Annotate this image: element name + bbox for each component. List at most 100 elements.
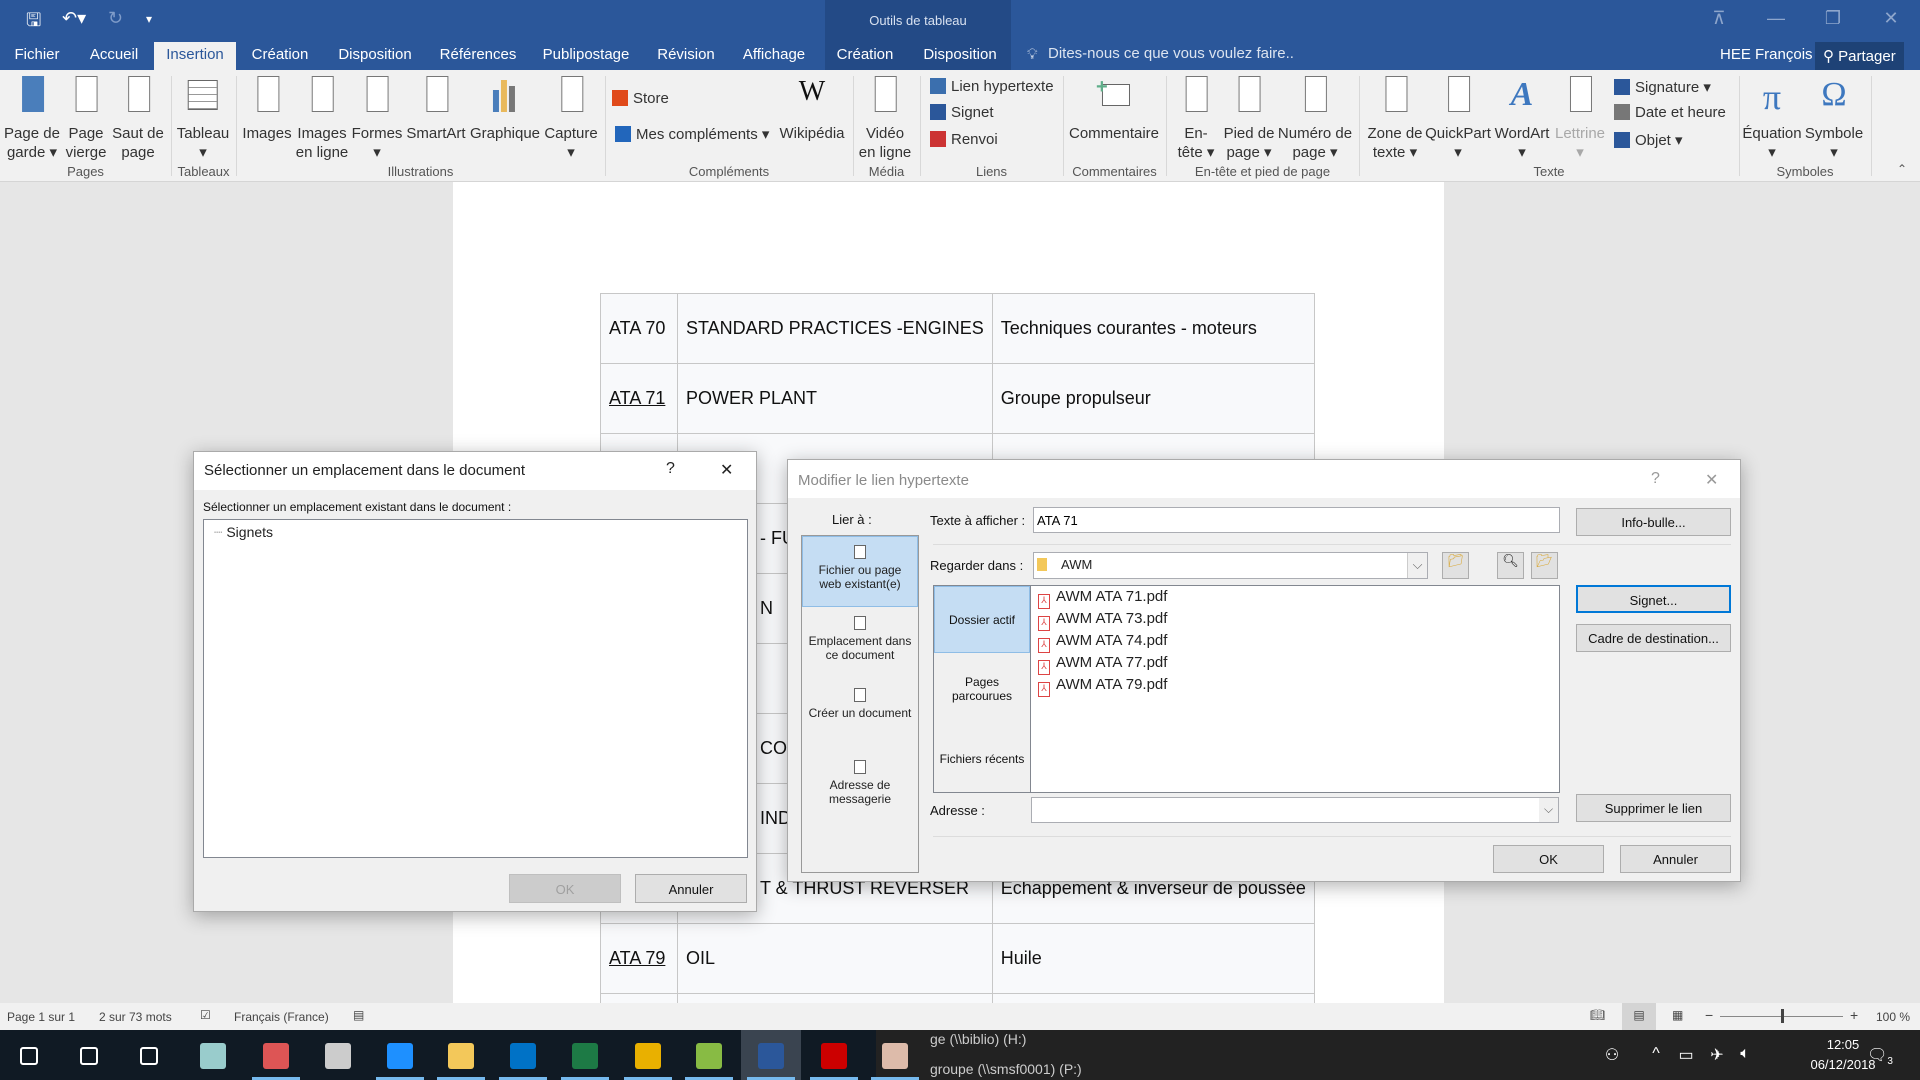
smartart-button[interactable]: SmartArt	[406, 76, 466, 143]
chart-button[interactable]: Graphique	[470, 76, 540, 143]
page-number-button[interactable]: Numéro de page ▾	[1278, 76, 1352, 162]
tab-1[interactable]: Accueil	[90, 46, 138, 63]
date-time-button[interactable]: Date et heure	[1614, 104, 1726, 121]
look-in-combo[interactable]: AWM ⌵	[1033, 552, 1428, 579]
cell-text[interactable]: ATA 71	[609, 388, 665, 408]
volume-icon[interactable]: 🔈︎	[1740, 1045, 1750, 1063]
link-type-2[interactable]: Créer un document	[802, 680, 918, 751]
browse-file-button[interactable]: 📂︎	[1531, 552, 1558, 579]
app-3-icon[interactable]	[325, 1043, 351, 1069]
tab-4[interactable]: Disposition	[338, 46, 411, 63]
quickpart-button[interactable]: QuickPart ▾	[1425, 76, 1491, 162]
link-type-1[interactable]: Emplacement dans ce document	[802, 608, 918, 679]
tab-3[interactable]: Création	[252, 46, 309, 63]
store-button[interactable]: Store	[612, 90, 669, 107]
close-icon[interactable]: ✕	[720, 460, 733, 480]
english-title[interactable]: STANDARD PRACTICES -ENGINES	[677, 293, 993, 364]
chrome-icon[interactable]	[635, 1043, 661, 1069]
language[interactable]: Français (France)	[234, 1010, 329, 1024]
ata-code[interactable]: ATA 71	[600, 363, 678, 434]
user-name[interactable]: HEE François	[1720, 46, 1813, 63]
redo-icon[interactable]: ↻	[108, 8, 123, 29]
nav-1[interactable]: Pages parcourues	[934, 654, 1030, 724]
screentip-button[interactable]: Info-bulle...	[1576, 508, 1731, 536]
proofing-icon[interactable]: ☑	[200, 1008, 211, 1022]
collapse-ribbon-icon[interactable]: ⌃	[1897, 162, 1907, 176]
cancel-button[interactable]: Annuler	[1620, 845, 1731, 873]
tab-9[interactable]: Création	[837, 46, 894, 63]
pictures-button[interactable]: Images	[242, 76, 292, 143]
macro-icon[interactable]: ▤	[353, 1008, 364, 1022]
people-icon[interactable]: ⚇	[1605, 1045, 1619, 1065]
word-count[interactable]: 2 sur 73 mots	[99, 1010, 172, 1024]
text-box-button[interactable]: Zone de texte ▾	[1367, 76, 1423, 162]
start-icon[interactable]	[20, 1047, 38, 1065]
outlook-icon[interactable]	[510, 1043, 536, 1069]
comment-button[interactable]: + Commentaire	[1069, 76, 1159, 143]
close-icon[interactable]: ✕	[1883, 8, 1898, 29]
save-icon[interactable]: 🖫	[26, 8, 41, 38]
excel-icon[interactable]	[572, 1043, 598, 1069]
internet-explorer-icon[interactable]	[387, 1043, 413, 1069]
target-frame-button[interactable]: Cadre de destination...	[1576, 624, 1731, 652]
cell-text[interactable]: ATA 79	[609, 948, 665, 968]
screenshot-button[interactable]: Capture ▾	[544, 76, 598, 162]
hyperlink-button[interactable]: Lien hypertexte	[930, 78, 1054, 95]
task-view-icon[interactable]	[140, 1047, 158, 1065]
tell-me-search[interactable]: Dites-nous ce que vous voulez faire..	[1048, 45, 1294, 62]
my-addins-button[interactable]: Mes compléments ▾	[615, 125, 769, 143]
blank-page-button[interactable]: Page vierge	[66, 76, 106, 162]
table-button[interactable]: Tableau ▾	[177, 76, 229, 162]
text-to-display-input[interactable]	[1033, 507, 1560, 533]
online-pictures-button[interactable]: Images en ligne	[296, 76, 348, 162]
footer-button[interactable]: Pied de page ▾	[1224, 76, 1274, 162]
undo-icon[interactable]: ↶▾	[62, 8, 86, 29]
link-type-3[interactable]: Adresse de messagerie	[802, 752, 918, 823]
zoom-in-button[interactable]: +	[1850, 1007, 1858, 1023]
print-layout-icon[interactable]: ▤	[1622, 1003, 1656, 1030]
english-title[interactable]: POWER PLANT	[677, 363, 993, 434]
clock[interactable]: 12:05 06/12/2018	[1810, 1035, 1875, 1075]
page-break-button[interactable]: Saut de page	[112, 76, 164, 162]
file-item[interactable]: ⅄ AWM ATA 74.pdf	[1038, 632, 1167, 653]
english-title[interactable]: OIL	[677, 923, 993, 994]
page-count[interactable]: Page 1 sur 1	[7, 1010, 75, 1024]
airplane-icon[interactable]: ✈	[1710, 1045, 1723, 1065]
file-item[interactable]: ⅄ AWM ATA 71.pdf	[1038, 588, 1167, 609]
show-hidden-icons[interactable]: ^	[1652, 1045, 1660, 1063]
ok-button[interactable]: OK	[509, 874, 621, 903]
nav-0[interactable]: Dossier actif	[934, 586, 1030, 653]
help-icon[interactable]: ?	[1651, 470, 1660, 488]
notifications-icon[interactable]: 🗨︎3	[1867, 1045, 1893, 1067]
bookmark-button[interactable]: Signet...	[1576, 585, 1731, 613]
file-explorer-icon[interactable]	[448, 1043, 474, 1069]
ata-code[interactable]: ATA 79	[600, 923, 678, 994]
object-button[interactable]: Objet ▾	[1614, 131, 1683, 149]
file-item[interactable]: ⅄ AWM ATA 73.pdf	[1038, 610, 1167, 631]
shapes-button[interactable]: Formes ▾	[352, 76, 402, 162]
wikipedia-button[interactable]: W Wikipédia	[779, 76, 844, 143]
ribbon-display-icon[interactable]: ⊼	[1712, 8, 1725, 29]
ata-code[interactable]: ATA 70	[600, 293, 678, 364]
tab-2[interactable]: Insertion	[166, 46, 224, 63]
bookmark-tree[interactable]: ┈ Signets	[203, 519, 748, 858]
ok-button[interactable]: OK	[1493, 845, 1604, 873]
french-title[interactable]: Groupe propulseur	[991, 363, 1315, 434]
cover-page-button[interactable]: Page de garde ▾	[4, 76, 60, 162]
app-1-icon[interactable]	[200, 1043, 226, 1069]
customize-qat-icon[interactable]: ▾	[146, 12, 152, 26]
tab-0[interactable]: Fichier	[14, 46, 59, 63]
zoom-out-button[interactable]: −	[1705, 1007, 1713, 1023]
cross-reference-button[interactable]: Renvoi	[930, 131, 998, 148]
zoom-slider-thumb[interactable]	[1780, 1009, 1784, 1023]
link-type-0[interactable]: Fichier ou page web existant(e)	[802, 536, 918, 607]
equation-button[interactable]: π Équation ▾	[1742, 76, 1801, 162]
zoom-level[interactable]: 100 %	[1876, 1010, 1910, 1024]
french-title[interactable]: Huile	[991, 923, 1315, 994]
help-icon[interactable]: ?	[666, 460, 675, 478]
minimize-icon[interactable]: —	[1767, 8, 1785, 29]
tab-7[interactable]: Révision	[657, 46, 715, 63]
drop-cap-button[interactable]: Lettrine ▾	[1555, 76, 1605, 162]
word-icon[interactable]	[758, 1043, 784, 1069]
file-item[interactable]: ⅄ AWM ATA 77.pdf	[1038, 654, 1167, 675]
